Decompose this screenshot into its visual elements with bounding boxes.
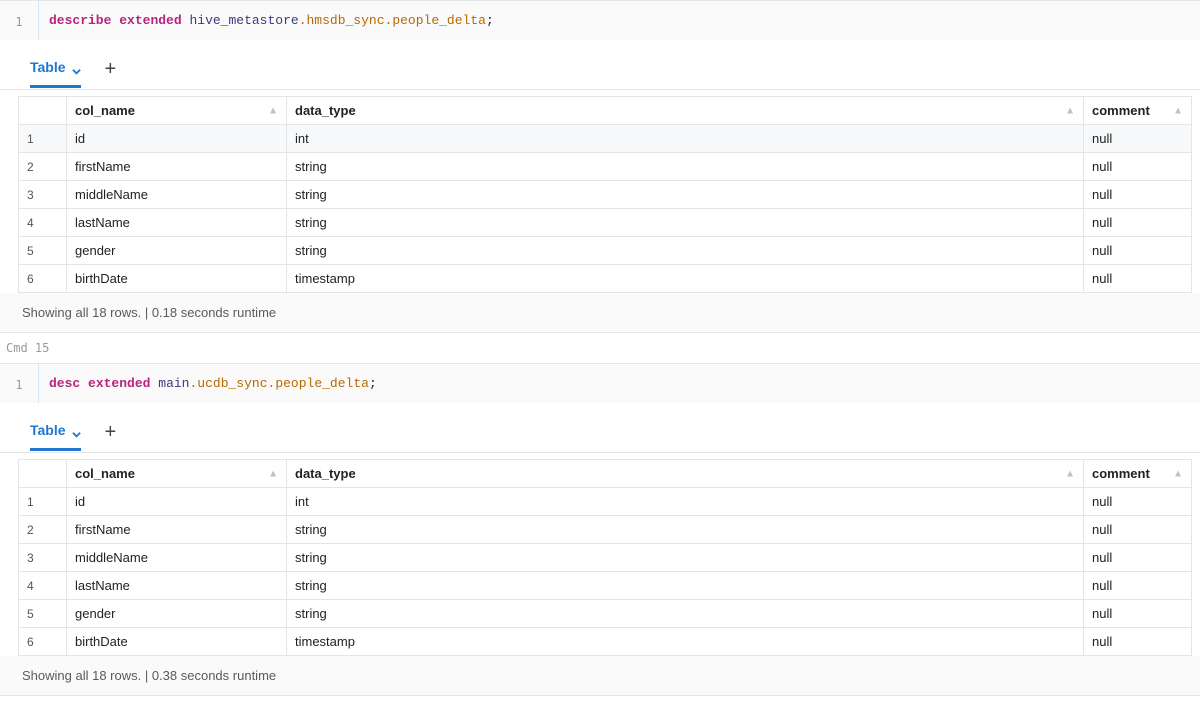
table-row[interactable]: 2 firstName string null: [19, 516, 1192, 544]
cell-comment: null: [1084, 600, 1192, 628]
cell-col_name: birthDate: [67, 265, 287, 293]
tab-table[interactable]: Table: [30, 422, 81, 451]
line-number: 1: [0, 364, 38, 403]
col-header-data_type[interactable]: data_type▲: [287, 97, 1084, 125]
cell-comment: null: [1084, 544, 1192, 572]
cell-comment: null: [1084, 237, 1192, 265]
notebook-cell: 1 describe extended hive_metastore.hmsdb…: [0, 0, 1200, 333]
table-header-row: col_name▲ data_type▲ comment▲: [19, 97, 1192, 125]
cell-data_type: int: [287, 125, 1084, 153]
cell-col_name: gender: [67, 237, 287, 265]
cell-col_name: middleName: [67, 544, 287, 572]
table-row[interactable]: 5 gender string null: [19, 237, 1192, 265]
cell-comment: null: [1084, 125, 1192, 153]
cell-data_type: string: [287, 153, 1084, 181]
sort-icon: ▲: [1065, 468, 1075, 479]
result-table: col_name▲ data_type▲ comment▲ 1 id int n…: [18, 459, 1192, 656]
cell-data_type: string: [287, 600, 1084, 628]
sort-icon: ▲: [1173, 105, 1183, 116]
cell-comment: null: [1084, 181, 1192, 209]
cell-col_name: middleName: [67, 181, 287, 209]
row-number: 3: [19, 544, 67, 572]
tab-label: Table: [30, 59, 66, 75]
table-row[interactable]: 3 middleName string null: [19, 181, 1192, 209]
cell-col_name: id: [67, 125, 287, 153]
cell-comment: null: [1084, 265, 1192, 293]
code-editor[interactable]: 1 desc extended main.ucdb_sync.people_de…: [0, 364, 1200, 403]
row-number: 2: [19, 516, 67, 544]
row-number: 5: [19, 237, 67, 265]
cell-col_name: lastName: [67, 209, 287, 237]
table-row[interactable]: 3 middleName string null: [19, 544, 1192, 572]
row-number: 4: [19, 209, 67, 237]
cell-col_name: lastName: [67, 572, 287, 600]
cell-col_name: gender: [67, 600, 287, 628]
table-header-row: col_name▲ data_type▲ comment▲: [19, 460, 1192, 488]
table-row[interactable]: 4 lastName string null: [19, 209, 1192, 237]
row-number: 1: [19, 125, 67, 153]
result-tabbar: Table +: [0, 403, 1200, 453]
sort-icon: ▲: [268, 105, 278, 116]
result-tabbar: Table +: [0, 40, 1200, 90]
result-table: col_name▲ data_type▲ comment▲ 1 id int n…: [18, 96, 1192, 293]
cell-data_type: timestamp: [287, 265, 1084, 293]
line-number: 1: [0, 1, 38, 40]
cell-comment: null: [1084, 209, 1192, 237]
cell-comment: null: [1084, 153, 1192, 181]
cell-data_type: string: [287, 572, 1084, 600]
chevron-down-icon: [72, 426, 81, 435]
row-number: 4: [19, 572, 67, 600]
row-number: 1: [19, 488, 67, 516]
cell-col_name: firstName: [67, 153, 287, 181]
col-header-data_type[interactable]: data_type▲: [287, 460, 1084, 488]
command-label: Cmd 15: [0, 333, 1200, 363]
status-bar: Showing all 18 rows. | 0.18 seconds runt…: [0, 293, 1200, 332]
cell-data_type: string: [287, 516, 1084, 544]
cell-data_type: string: [287, 181, 1084, 209]
table-row[interactable]: 6 birthDate timestamp null: [19, 265, 1192, 293]
add-tab-button[interactable]: +: [105, 58, 117, 89]
table-row[interactable]: 1 id int null: [19, 125, 1192, 153]
row-number: 5: [19, 600, 67, 628]
notebook-cell: 1 desc extended main.ucdb_sync.people_de…: [0, 363, 1200, 696]
cell-comment: null: [1084, 572, 1192, 600]
col-header-col_name[interactable]: col_name▲: [67, 460, 287, 488]
cell-comment: null: [1084, 516, 1192, 544]
sort-icon: ▲: [1065, 105, 1075, 116]
table-row[interactable]: 4 lastName string null: [19, 572, 1192, 600]
table-row[interactable]: 1 id int null: [19, 488, 1192, 516]
cell-comment: null: [1084, 488, 1192, 516]
code-text[interactable]: desc extended main.ucdb_sync.people_delt…: [39, 364, 387, 403]
cell-col_name: birthDate: [67, 628, 287, 656]
tab-label: Table: [30, 422, 66, 438]
row-number-header[interactable]: [19, 460, 67, 488]
row-number: 6: [19, 265, 67, 293]
status-bar: Showing all 18 rows. | 0.38 seconds runt…: [0, 656, 1200, 695]
cell-data_type: timestamp: [287, 628, 1084, 656]
row-number: 6: [19, 628, 67, 656]
code-editor[interactable]: 1 describe extended hive_metastore.hmsdb…: [0, 1, 1200, 40]
cell-comment: null: [1084, 628, 1192, 656]
sort-icon: ▲: [1173, 468, 1183, 479]
cell-col_name: id: [67, 488, 287, 516]
code-text[interactable]: describe extended hive_metastore.hmsdb_s…: [39, 1, 504, 40]
cell-col_name: firstName: [67, 516, 287, 544]
sort-icon: ▲: [268, 468, 278, 479]
col-header-col_name[interactable]: col_name▲: [67, 97, 287, 125]
cell-data_type: string: [287, 237, 1084, 265]
table-row[interactable]: 6 birthDate timestamp null: [19, 628, 1192, 656]
cell-data_type: string: [287, 544, 1084, 572]
table-row[interactable]: 5 gender string null: [19, 600, 1192, 628]
cell-data_type: string: [287, 209, 1084, 237]
tab-table[interactable]: Table: [30, 59, 81, 88]
col-header-comment[interactable]: comment▲: [1084, 460, 1192, 488]
cell-data_type: int: [287, 488, 1084, 516]
chevron-down-icon: [72, 63, 81, 72]
row-number: 3: [19, 181, 67, 209]
row-number: 2: [19, 153, 67, 181]
col-header-comment[interactable]: comment▲: [1084, 97, 1192, 125]
add-tab-button[interactable]: +: [105, 421, 117, 452]
table-row[interactable]: 2 firstName string null: [19, 153, 1192, 181]
row-number-header[interactable]: [19, 97, 67, 125]
